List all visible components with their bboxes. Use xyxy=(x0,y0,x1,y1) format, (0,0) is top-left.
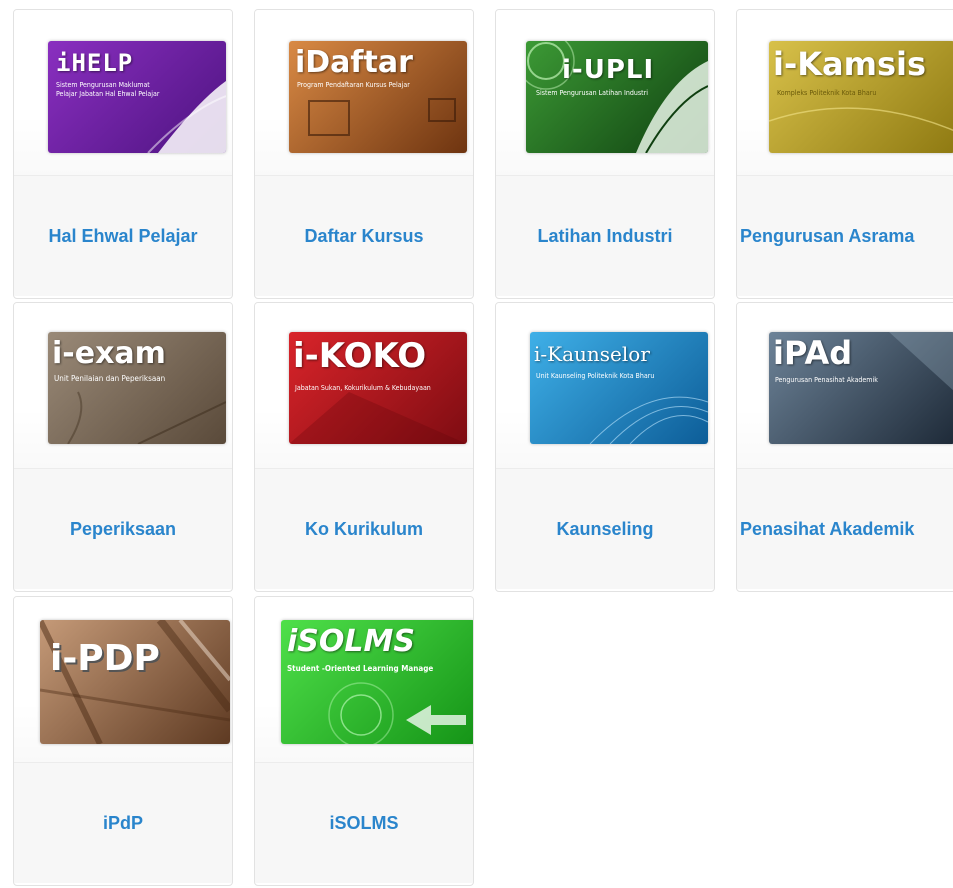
ipad-banner-image[interactable]: iPAd Pengurusan Penasihat Akademik xyxy=(769,332,953,444)
isolms-banner-image[interactable]: iSOLMS Student -Oriented Learning Manage xyxy=(281,620,473,744)
app-label[interactable]: Hal Ehwal Pelajar xyxy=(48,226,197,247)
banner-title: i-UPLI xyxy=(562,55,655,85)
banner-subtitle: Jabatan Sukan, Kokurikulum & Kebudayaan xyxy=(295,384,431,392)
idaftar-banner-image[interactable]: iDaftar Program Pendaftaran Kursus Pelaj… xyxy=(289,41,467,153)
banner-subtitle: Pengurusan Penasihat Akademik xyxy=(775,376,878,384)
banner-subtitle: Program Pendaftaran Kursus Pelajar xyxy=(297,81,410,89)
banner-title: iSOLMS xyxy=(287,624,415,659)
app-thumbnail[interactable]: i-exam Unit Penilaian dan Peperiksaan xyxy=(14,303,232,469)
app-tile-peperiksaan[interactable]: i-exam Unit Penilaian dan Peperiksaan Pe… xyxy=(13,302,233,592)
banner-title: i-PDP xyxy=(50,638,160,679)
banner-subtitle: Sistem Pengurusan Latihan Industri xyxy=(536,89,648,97)
tile-label-area[interactable]: Ko Kurikulum xyxy=(255,469,473,589)
tile-label-area[interactable]: iSOLMS xyxy=(255,763,473,883)
tile-label-area[interactable]: iPdP xyxy=(14,763,232,883)
app-thumbnail[interactable]: i-Kaunselor Unit Kaunseling Politeknik K… xyxy=(496,303,714,469)
app-tile-isolms[interactable]: iSOLMS Student -Oriented Learning Manage… xyxy=(254,596,474,886)
banner-subtitle: Kompleks Politeknik Kota Bharu xyxy=(777,89,877,97)
app-thumbnail[interactable]: iSOLMS Student -Oriented Learning Manage xyxy=(255,597,473,763)
app-label[interactable]: Pengurusan Asrama xyxy=(740,226,914,247)
app-label[interactable]: Penasihat Akademik xyxy=(740,519,914,540)
banner-subtitle: Student -Oriented Learning Manage xyxy=(287,664,434,673)
app-label[interactable]: Peperiksaan xyxy=(70,519,176,540)
app-label[interactable]: Ko Kurikulum xyxy=(305,519,423,540)
app-tile-daftar-kursus[interactable]: iDaftar Program Pendaftaran Kursus Pelaj… xyxy=(254,9,474,299)
app-thumbnail[interactable]: i-PDP xyxy=(14,597,232,763)
i-kaunselor-banner-image[interactable]: i-Kaunselor Unit Kaunseling Politeknik K… xyxy=(530,332,708,444)
banner-title: i-Kamsis xyxy=(773,45,927,83)
tile-label-area[interactable]: Peperiksaan xyxy=(14,469,232,589)
tile-label-area[interactable]: Kaunseling xyxy=(496,469,714,589)
i-kamsis-banner-image[interactable]: i-Kamsis Kompleks Politeknik Kota Bharu xyxy=(769,41,953,153)
banner-title: iDaftar xyxy=(295,45,413,80)
banner-title: iPAd xyxy=(773,334,853,372)
app-tile-hal-ehwal-pelajar[interactable]: iHELP Sistem Pengurusan Maklumat Pelajar… xyxy=(13,9,233,299)
app-thumbnail[interactable]: iPAd Pengurusan Penasihat Akademik xyxy=(737,303,953,469)
app-tile-ipdp[interactable]: i-PDP iPdP xyxy=(13,596,233,886)
tile-label-area[interactable]: Pengurusan Asrama xyxy=(737,176,953,296)
app-thumbnail[interactable]: i-KOKO Jabatan Sukan, Kokurikulum & Kebu… xyxy=(255,303,473,469)
i-upli-banner-image[interactable]: i-UPLI Sistem Pengurusan Latihan Industr… xyxy=(526,41,708,153)
app-tile-pengurusan-asrama[interactable]: i-Kamsis Kompleks Politeknik Kota Bharu … xyxy=(736,9,953,299)
banner-subtitle: Unit Kaunseling Politeknik Kota Bharu xyxy=(536,372,655,380)
banner-title: iHELP xyxy=(56,49,134,77)
app-tile-latihan-industri[interactable]: i-UPLI Sistem Pengurusan Latihan Industr… xyxy=(495,9,715,299)
banner-title: i-KOKO xyxy=(293,336,427,376)
app-label[interactable]: Latihan Industri xyxy=(538,226,673,247)
banner-title: i-Kaunselor xyxy=(534,342,650,366)
ihelp-banner-image[interactable]: iHELP Sistem Pengurusan Maklumat Pelajar… xyxy=(48,41,226,153)
tile-label-area[interactable]: Daftar Kursus xyxy=(255,176,473,296)
tile-label-area[interactable]: Penasihat Akademik xyxy=(737,469,953,589)
app-label[interactable]: iPdP xyxy=(103,813,143,834)
app-thumbnail[interactable]: i-UPLI Sistem Pengurusan Latihan Industr… xyxy=(496,10,714,176)
banner-subtitle: Sistem Pengurusan Maklumat Pelajar Jabat… xyxy=(56,81,160,98)
i-exam-banner-image[interactable]: i-exam Unit Penilaian dan Peperiksaan xyxy=(48,332,226,444)
app-thumbnail[interactable]: i-Kamsis Kompleks Politeknik Kota Bharu xyxy=(737,10,953,176)
tile-label-area[interactable]: Latihan Industri xyxy=(496,176,714,296)
app-thumbnail[interactable]: iDaftar Program Pendaftaran Kursus Pelaj… xyxy=(255,10,473,176)
i-koko-banner-image[interactable]: i-KOKO Jabatan Sukan, Kokurikulum & Kebu… xyxy=(289,332,467,444)
app-label[interactable]: Daftar Kursus xyxy=(304,226,423,247)
banner-subtitle: Unit Penilaian dan Peperiksaan xyxy=(54,374,166,383)
app-label[interactable]: iSOLMS xyxy=(329,813,398,834)
app-label[interactable]: Kaunseling xyxy=(556,519,653,540)
app-tile-kaunseling[interactable]: i-Kaunselor Unit Kaunseling Politeknik K… xyxy=(495,302,715,592)
i-pdp-banner-image[interactable]: i-PDP xyxy=(40,620,230,744)
app-tile-penasihat-akademik[interactable]: iPAd Pengurusan Penasihat Akademik Penas… xyxy=(736,302,953,592)
app-thumbnail[interactable]: iHELP Sistem Pengurusan Maklumat Pelajar… xyxy=(14,10,232,176)
banner-title: i-exam xyxy=(52,336,166,371)
app-tile-ko-kurikulum[interactable]: i-KOKO Jabatan Sukan, Kokurikulum & Kebu… xyxy=(254,302,474,592)
tile-label-area[interactable]: Hal Ehwal Pelajar xyxy=(14,176,232,296)
